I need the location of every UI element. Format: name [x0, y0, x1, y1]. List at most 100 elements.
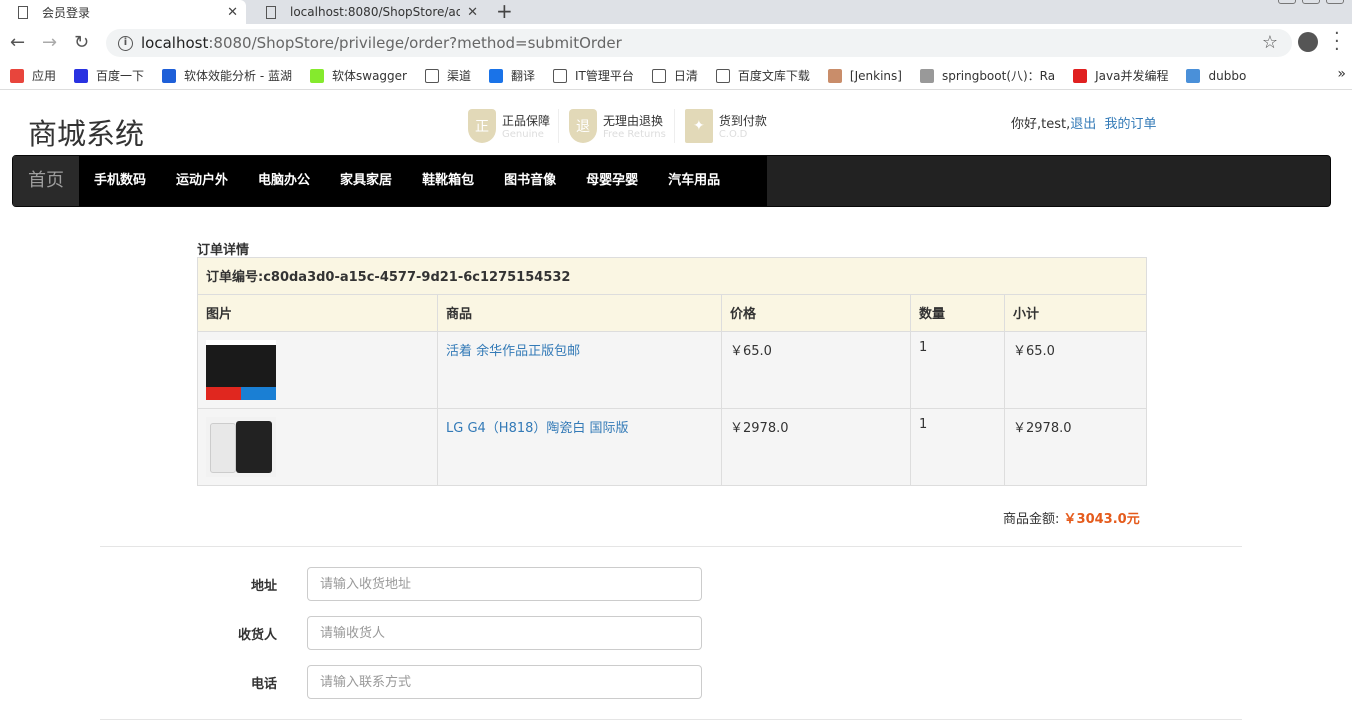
- bookmark-item[interactable]: 软体swagger: [310, 67, 407, 84]
- bookmark-star-icon[interactable]: ☆: [1262, 32, 1278, 53]
- nav-category-item[interactable]: 汽车用品: [653, 156, 735, 206]
- receiver-input[interactable]: [307, 616, 702, 650]
- back-arrow-icon[interactable]: ←: [10, 32, 25, 53]
- page-icon: [424, 68, 439, 83]
- site-info-icon[interactable]: i: [118, 35, 133, 51]
- bookmark-label: 百度文库下载: [737, 69, 810, 83]
- address-bar[interactable]: i localhost:8080/ShopStore/privilege/ord…: [106, 29, 1292, 57]
- profile-avatar-icon[interactable]: [1298, 32, 1318, 52]
- receiver-row: 收货人: [200, 616, 702, 650]
- restore-icon[interactable]: [1302, 0, 1320, 4]
- user-links: 你好,test,退出 我的订单: [1011, 113, 1157, 132]
- url-host: localhost: [141, 34, 209, 52]
- service-features: 正 正品保障 Genuine 退 无理由退换 Free Returns ✦ 货到…: [468, 109, 785, 143]
- bookmark-item[interactable]: 应用: [10, 67, 56, 84]
- nav-category-item[interactable]: 母婴孕婴: [571, 156, 653, 206]
- order-details-title: 订单详情: [197, 243, 250, 258]
- address-row: 地址: [200, 567, 702, 601]
- quantity-cell: 1: [910, 408, 1005, 486]
- feature-subtitle: Free Returns: [603, 129, 666, 140]
- minimize-icon[interactable]: [1278, 0, 1296, 4]
- page-icon: [553, 68, 568, 83]
- site-logo[interactable]: 商城系统: [28, 111, 144, 153]
- bookmark-label: dubbo: [1208, 68, 1247, 83]
- web-page: 商城系统 正 正品保障 Genuine 退 无理由退换 Free Returns…: [0, 91, 1352, 724]
- bookmark-item[interactable]: Java并发编程: [1073, 67, 1168, 84]
- bookmark-item[interactable]: [Jenkins]: [827, 68, 902, 83]
- nav-category-item[interactable]: 图书音像: [489, 156, 571, 206]
- bookmark-item[interactable]: 翻译: [489, 67, 535, 84]
- new-tab-icon[interactable]: +: [496, 0, 513, 24]
- product-link[interactable]: LG G4（H818）陶瓷白 国际版: [446, 421, 629, 436]
- price-cell: ￥65.0: [721, 331, 911, 409]
- close-tab-icon[interactable]: ✕: [227, 5, 238, 20]
- page-icon: [18, 5, 28, 19]
- bookmark-label: 翻译: [511, 69, 536, 83]
- page-icon: [651, 68, 666, 83]
- bookmark-label: IT管理平台: [575, 69, 634, 83]
- bookmark-item[interactable]: springboot(八)：Ra: [919, 67, 1056, 84]
- nav-category-item[interactable]: 鞋靴箱包: [407, 156, 489, 206]
- bookmark-item[interactable]: IT管理平台: [553, 67, 634, 84]
- reload-icon[interactable]: ↻: [74, 32, 89, 53]
- bookmark-label: 日清: [673, 69, 698, 83]
- browser-toolbar: ← → ↻ i localhost:8080/ShopStore/privile…: [0, 24, 1352, 62]
- returns-shield-icon: 退: [569, 109, 598, 143]
- page-icon: [715, 68, 730, 83]
- close-window-icon[interactable]: [1326, 0, 1344, 4]
- price-cell: ￥2978.0: [721, 408, 911, 486]
- order-table: 订单编号:c80da3d0-a15c-4577-9d21-6c127515453…: [197, 257, 1147, 486]
- phone-image[interactable]: [206, 417, 276, 477]
- nav-category-item[interactable]: 家具家居: [325, 156, 407, 206]
- window-controls: [1278, 0, 1344, 4]
- bookmark-item[interactable]: 百度一下: [74, 67, 144, 84]
- bookmark-label: 应用: [32, 69, 57, 83]
- nav-category-item[interactable]: 电脑办公: [243, 156, 325, 206]
- table-header-row: 图片 商品 价格 数量 小计: [197, 294, 1147, 332]
- bookmark-label: Java并发编程: [1095, 69, 1169, 83]
- bookmark-label: springboot(八)：Ra: [941, 69, 1056, 83]
- browser-menu-icon[interactable]: · · ·: [1334, 25, 1340, 59]
- bookmark-label: 软体效能分析 - 蓝湖: [184, 69, 292, 83]
- tab-title: localhost:8080/ShopStore/adm: [290, 5, 460, 19]
- bookmark-item[interactable]: 百度文库下载: [715, 67, 810, 84]
- feature-free-returns: 退 无理由退换 Free Returns: [569, 109, 675, 143]
- total-amount: ￥3043.0元: [1063, 512, 1140, 527]
- logout-link[interactable]: 退出: [1070, 117, 1096, 132]
- col-product: 商品: [437, 294, 722, 332]
- phone-input[interactable]: [307, 665, 702, 699]
- book-cover-image[interactable]: [206, 340, 276, 400]
- browser-tab-bar: 会员登录 ✕ localhost:8080/ShopStore/adm ✕ +: [0, 0, 1352, 24]
- feature-subtitle: Genuine: [502, 129, 544, 140]
- tab-title: 会员登录: [42, 5, 91, 20]
- table-row: LG G4（H818）陶瓷白 国际版 ￥2978.0 1 ￥2978.0: [197, 408, 1147, 486]
- tab-admin[interactable]: localhost:8080/ShopStore/adm ✕: [248, 0, 486, 24]
- more-bookmarks-icon[interactable]: »: [1337, 66, 1346, 82]
- forward-arrow-icon[interactable]: →: [42, 32, 57, 53]
- product-link[interactable]: 活着 余华作品正版包邮: [446, 344, 580, 359]
- nav-category-item[interactable]: 运动户外: [161, 156, 243, 206]
- jenkins-icon: [827, 68, 842, 83]
- address-input[interactable]: [307, 567, 702, 601]
- category-navbar: 首页 手机数码 运动户外 电脑办公 家具家居 鞋靴箱包 图书音像 母婴孕婴 汽车用品: [12, 155, 1331, 207]
- cloud-icon: [919, 68, 934, 83]
- close-tab-icon[interactable]: ✕: [467, 5, 478, 20]
- bookmark-item[interactable]: 渠道: [424, 67, 471, 84]
- swagger-icon: [310, 68, 324, 83]
- bookmark-item[interactable]: 软体效能分析 - 蓝湖: [162, 67, 292, 84]
- feature-title: 无理由退换: [603, 114, 664, 128]
- nav-home[interactable]: 首页: [13, 156, 79, 206]
- bookmark-label: 百度一下: [96, 69, 145, 83]
- tab-member-login[interactable]: 会员登录 ✕: [0, 0, 246, 24]
- feature-title: 货到付款: [718, 114, 767, 128]
- quantity-cell: 1: [910, 331, 1005, 409]
- bookmark-item[interactable]: 日清: [651, 67, 698, 84]
- address-label: 地址: [250, 578, 277, 594]
- lanhu-icon: [162, 68, 177, 83]
- bookmark-label: 软体swagger: [332, 69, 407, 83]
- order-number-row: 订单编号:c80da3d0-a15c-4577-9d21-6c127515453…: [197, 257, 1147, 295]
- nav-category-item[interactable]: 手机数码: [79, 156, 161, 206]
- greeting: 你好,test,: [1011, 117, 1071, 132]
- bookmark-item[interactable]: dubbo: [1186, 68, 1247, 83]
- my-orders-link[interactable]: 我的订单: [1105, 117, 1157, 132]
